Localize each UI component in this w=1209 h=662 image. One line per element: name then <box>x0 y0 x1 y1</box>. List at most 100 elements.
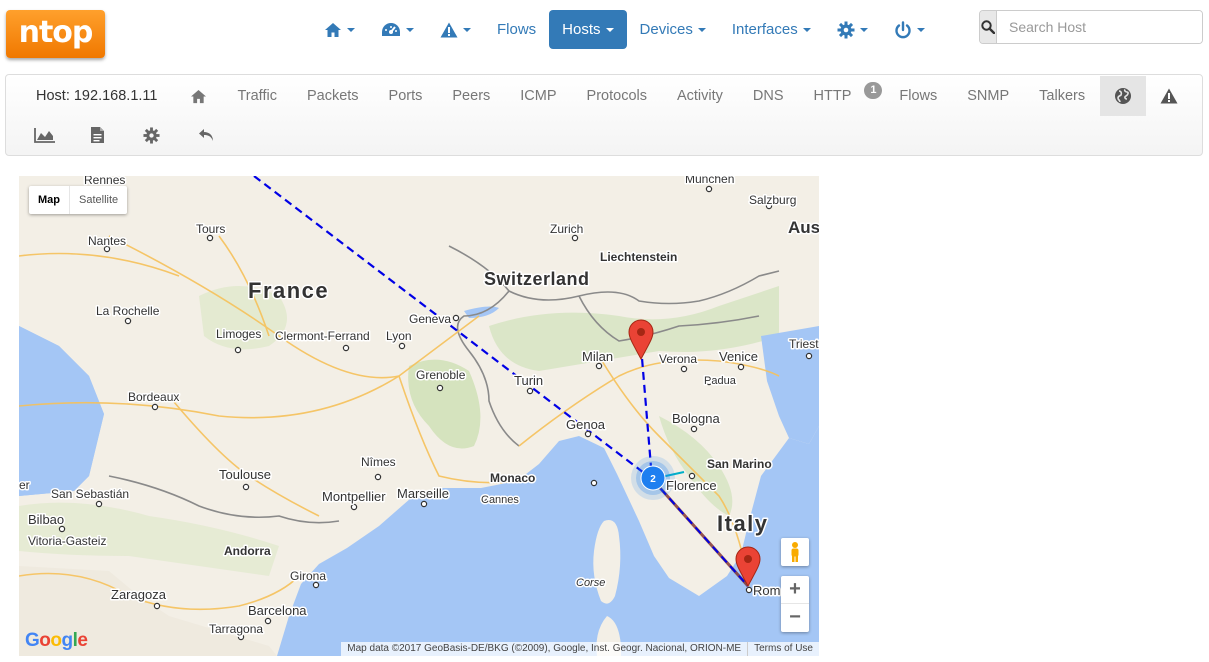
nav-settings[interactable] <box>824 10 881 49</box>
chevron-down-icon <box>916 27 925 32</box>
city-label: Verona <box>659 352 697 366</box>
city-label: Zaragoza <box>111 587 167 602</box>
city-label: Bordeaux <box>128 390 179 404</box>
host-tab-report[interactable] <box>71 115 124 155</box>
host-tab-historical[interactable] <box>6 115 71 155</box>
main-nav: Flows Hosts Devices Interfaces <box>311 10 938 49</box>
city-label: Cannes <box>481 494 519 506</box>
host-tab-geomap[interactable] <box>1100 76 1147 116</box>
search-host-input[interactable] <box>997 11 1202 43</box>
city-label: Bilbao <box>28 512 64 527</box>
city-label: Tarragona <box>209 622 263 636</box>
pegman-icon <box>791 542 799 562</box>
host-tab-activity[interactable]: Activity <box>662 76 738 116</box>
location-pin-icon <box>735 546 761 588</box>
map-type-control: Map Satellite <box>29 186 128 214</box>
document-icon <box>91 127 104 143</box>
city-label: Zurich <box>550 222 583 236</box>
host-nav-row-2 <box>6 115 233 155</box>
region-label: Corse <box>576 577 605 589</box>
city-label: Nantes <box>88 234 126 248</box>
host-tab-config[interactable] <box>124 115 179 155</box>
city-label: er <box>19 478 30 492</box>
city-label: Marseille <box>397 486 449 501</box>
city-label: San Sebastián <box>51 487 129 501</box>
nav-dashboard[interactable] <box>368 10 427 49</box>
country-label: Italy <box>717 511 769 536</box>
city-label: Rom <box>753 583 780 598</box>
google-logo: Google <box>25 630 88 651</box>
city-label: Geneva <box>409 312 451 326</box>
host-tab-back[interactable] <box>179 115 233 155</box>
zoom-in-button[interactable]: + <box>781 576 809 604</box>
city-label: Grenoble <box>416 368 466 382</box>
warning-icon <box>1160 88 1178 104</box>
chevron-down-icon <box>406 27 414 32</box>
nav-interfaces[interactable]: Interfaces <box>719 10 824 49</box>
host-tab-flows[interactable]: Flows <box>884 76 952 116</box>
top-navbar: ntop Flows Hosts Devices Interfaces <box>0 0 1209 62</box>
host-tab-peers[interactable]: Peers <box>437 76 505 116</box>
chevron-down-icon <box>697 27 706 32</box>
host-tab-packets[interactable]: Packets <box>292 76 374 116</box>
warning-icon <box>440 22 458 37</box>
host-tab-alerts[interactable] <box>1146 76 1192 116</box>
map-type-satellite-button[interactable]: Satellite <box>70 186 127 214</box>
nav-flows[interactable]: Flows <box>484 10 549 49</box>
corsica-island <box>593 520 621 604</box>
nav-hosts-label: Hosts <box>562 21 601 38</box>
nav-hosts[interactable]: Hosts <box>549 10 627 49</box>
city-label: Genoa <box>566 417 606 432</box>
nav-power[interactable] <box>881 10 938 49</box>
city-label: Montpellier <box>322 489 386 504</box>
nav-devices[interactable]: Devices <box>627 10 719 49</box>
chevron-down-icon <box>605 27 614 32</box>
map-type-map-button[interactable]: Map <box>29 186 70 214</box>
host-tab-protocols[interactable]: Protocols <box>572 76 662 116</box>
city-label: Venice <box>719 349 758 364</box>
host-tab-home[interactable] <box>175 76 222 116</box>
home-icon <box>191 89 207 103</box>
nav-flows-label: Flows <box>497 21 537 38</box>
country-label: Liechtenstein <box>600 250 677 264</box>
map-canvas: Rennes Nantes Tours La Rochelle Limoges … <box>19 176 819 656</box>
city-label: Lyon <box>386 329 412 343</box>
country-label: San Marino <box>707 457 772 471</box>
country-label: Monaco <box>490 471 535 485</box>
nav-alerts[interactable] <box>427 10 484 49</box>
host-tab-talkers[interactable]: Talkers <box>1024 76 1100 116</box>
host-nav-row-1: Host: 192.168.1.11 Traffic Packets Ports… <box>6 76 1192 116</box>
host-tab-icmp[interactable]: ICMP <box>505 76 571 116</box>
chevron-down-icon <box>463 27 471 32</box>
host-navbar: Host: 192.168.1.11 Traffic Packets Ports… <box>5 74 1203 156</box>
geo-map[interactable]: Rennes Nantes Tours La Rochelle Limoges … <box>19 176 819 656</box>
city-label: Turin <box>514 373 543 388</box>
city-label: München <box>685 176 734 186</box>
search-host-form <box>979 10 1203 44</box>
zoom-out-button[interactable]: − <box>781 604 809 632</box>
http-count-badge: 1 <box>864 82 883 99</box>
reply-icon <box>199 129 213 141</box>
city-label: Girona <box>290 569 326 583</box>
city-label: Tours <box>196 222 225 236</box>
host-title: Host: 192.168.1.11 <box>36 88 158 104</box>
city-label: Triest <box>789 337 819 351</box>
host-tab-ports[interactable]: Ports <box>374 76 438 116</box>
map-data-credits: Map data ©2017 GeoBasis-DE/BKG (©2009), … <box>347 643 742 654</box>
street-view-button[interactable] <box>781 538 809 566</box>
host-tab-snmp[interactable]: SNMP <box>952 76 1024 116</box>
map-attribution: Map data ©2017 GeoBasis-DE/BKG (©2009), … <box>341 642 819 656</box>
ntop-logo[interactable]: ntop <box>6 10 105 58</box>
nav-devices-label: Devices <box>639 21 693 38</box>
area-chart-icon <box>34 128 55 143</box>
host-tab-traffic[interactable]: Traffic <box>222 76 291 116</box>
power-icon <box>895 20 911 38</box>
host-tab-http[interactable]: HTTP 1 <box>799 76 885 116</box>
search-button[interactable] <box>980 11 997 43</box>
terms-of-use-link[interactable]: Terms of Use <box>747 642 819 656</box>
search-icon <box>981 20 995 34</box>
city-label: Bologna <box>672 411 720 426</box>
nav-home[interactable] <box>311 10 368 49</box>
host-tab-http-label: HTTP <box>813 88 852 104</box>
host-tab-dns[interactable]: DNS <box>738 76 799 116</box>
